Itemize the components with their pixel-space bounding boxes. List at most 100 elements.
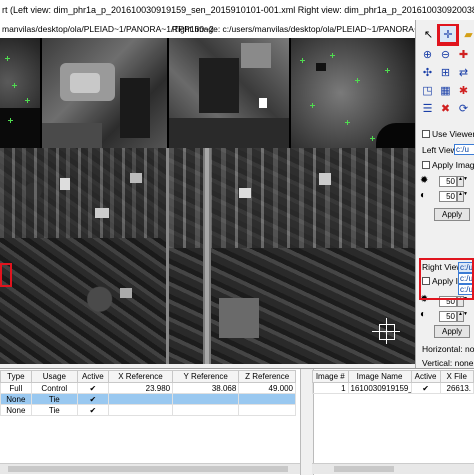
col-z-reference[interactable]: Z Reference: [238, 370, 296, 383]
scrollbar-thumb[interactable]: [334, 466, 394, 472]
highlight-right-view: [419, 258, 474, 300]
col-x-reference[interactable]: X Reference: [107, 370, 174, 383]
left-view-select[interactable]: c:/u: [454, 144, 474, 155]
view-splitter[interactable]: [166, 148, 169, 364]
col-active[interactable]: Active: [76, 370, 109, 383]
scrollbar-thumb[interactable]: [8, 466, 288, 472]
cell-image-name: 1610030919159_sen: [347, 382, 412, 394]
image-path-bar: manvilas/desktop/ola/PLEIAD~1/PANORA~1/T…: [0, 20, 415, 38]
table-row[interactable]: None Tie ✔: [0, 404, 296, 416]
contrast-icon: ◐: [420, 190, 427, 201]
contrast-input[interactable]: 50: [439, 191, 457, 202]
left-apply-button[interactable]: Apply: [434, 208, 470, 221]
use-viewer-label: Use Viewer A: [432, 129, 474, 139]
right-contrast-spinner[interactable]: ▲▼: [457, 311, 468, 322]
grid-icon[interactable]: ⊞: [437, 64, 454, 81]
gcp-marker[interactable]: [310, 103, 315, 108]
gcp-marker[interactable]: [345, 120, 350, 125]
cell-usage: Tie: [30, 393, 78, 405]
gcp-marker[interactable]: [300, 58, 305, 63]
vertical-readout: Vertical: none: [422, 358, 474, 368]
horizontal-readout: Horizontal: none: [422, 344, 474, 354]
report-icon[interactable]: ☰: [419, 100, 436, 117]
gcp-marker[interactable]: [25, 98, 30, 103]
col-usage[interactable]: Usage: [30, 370, 78, 383]
col-x-file[interactable]: X File: [439, 370, 474, 383]
col-y-reference[interactable]: Y Reference: [172, 370, 240, 383]
fit-icon[interactable]: ◳: [419, 82, 436, 99]
window-title-bar: rt (Left view: dim_phr1a_p_2016100309191…: [0, 0, 474, 21]
gcp-marker[interactable]: [370, 136, 375, 141]
cell-y: 38.068: [172, 382, 240, 394]
window-title: rt (Left view: dim_phr1a_p_2016100309191…: [2, 5, 474, 15]
main-views: [0, 148, 415, 364]
compute-icon[interactable]: ▦: [437, 82, 454, 99]
gcp-table: Type Usage Active X Reference Y Referenc…: [0, 370, 296, 416]
cell-usage: Tie: [30, 404, 78, 416]
brightness-input[interactable]: 50: [439, 176, 457, 187]
left-image-view[interactable]: [0, 148, 166, 364]
apply-image-label: Apply Image T: [432, 160, 474, 170]
brightness-icon: ✹: [420, 175, 429, 186]
gcp-marker[interactable]: [355, 78, 360, 83]
tool-panel: ↖ ✛ ▰ ⊕ ⊖ ✚ ✣ ⊞ ⇄ ◳ ▦ ✱ ☰ ✖ ⟳ Use Viewer…: [415, 20, 474, 374]
gcp-marker[interactable]: [12, 83, 17, 88]
gcp-marker[interactable]: [5, 56, 10, 61]
right-contrast-icon: ◐: [420, 309, 427, 320]
zoom-out-icon[interactable]: ⊖: [437, 46, 454, 63]
refresh-icon[interactable]: ⟳: [455, 100, 472, 117]
cell-image-active[interactable]: ✔: [410, 382, 441, 394]
cell-active[interactable]: ✔: [76, 393, 109, 405]
brightness-spinner[interactable]: ▲▼: [457, 176, 468, 187]
cell-x: 23.980: [107, 382, 174, 394]
gcp-marker[interactable]: [8, 118, 13, 123]
cell-active[interactable]: ✔: [76, 382, 109, 394]
gcp-marker[interactable]: [330, 53, 335, 58]
col-type[interactable]: Type: [0, 370, 32, 383]
gcp-marker[interactable]: [385, 68, 390, 73]
right-zoom-thumbnail[interactable]: [169, 38, 289, 148]
col-image-number[interactable]: Image #: [312, 370, 349, 383]
table-row[interactable]: None Tie ✔: [0, 393, 296, 405]
gcp-icon[interactable]: ✚: [455, 46, 472, 63]
table-row[interactable]: 1 1610030919159_sen ✔ 26613.: [312, 382, 474, 394]
cell-type: Full: [0, 382, 32, 394]
cell-usage: Control: [30, 382, 78, 394]
cell-y: [172, 404, 240, 416]
right-image-view[interactable]: [169, 148, 415, 364]
left-zoom-thumbnail[interactable]: [42, 38, 167, 148]
cell-z: [238, 404, 296, 416]
pan-icon[interactable]: ✣: [419, 64, 436, 81]
cell-z: 49.000: [238, 382, 296, 394]
cell-active[interactable]: ✔: [76, 404, 109, 416]
cell-type: None: [0, 404, 32, 416]
link-icon[interactable]: ⇄: [455, 64, 472, 81]
use-viewer-checkbox[interactable]: [422, 130, 430, 138]
highlight-add-point-tool: [437, 24, 459, 46]
bottom-panel: Type Usage Active X Reference Y Referenc…: [0, 368, 474, 475]
image-table-scrollbar[interactable]: [312, 463, 474, 474]
selected-point-marker[interactable]: [0, 263, 12, 287]
right-overview-thumbnail[interactable]: [291, 38, 415, 148]
cell-x: [107, 393, 174, 405]
delete-icon[interactable]: ✖: [437, 100, 454, 117]
table-row[interactable]: Full Control ✔ 23.980 38.068 49.000: [0, 382, 296, 394]
cell-z: [238, 393, 296, 405]
left-overview-thumbnail[interactable]: [0, 38, 40, 148]
zoom-in-icon[interactable]: ⊕: [419, 46, 436, 63]
col-image-active[interactable]: Active: [410, 370, 441, 383]
col-image-name[interactable]: Image Name: [347, 370, 412, 383]
cell-y: [172, 393, 240, 405]
pointer-tool-icon[interactable]: ↖: [420, 26, 437, 43]
cell-type: None: [0, 393, 32, 405]
right-contrast-input[interactable]: 50: [439, 311, 457, 322]
folder-icon[interactable]: ▰: [460, 26, 474, 43]
cell-x: [107, 404, 174, 416]
apply-image-checkbox[interactable]: [422, 161, 430, 169]
right-image-path: Right Image: c:/users/manvilas/desktop/o…: [172, 24, 415, 34]
settings-icon[interactable]: ✱: [455, 82, 472, 99]
contrast-spinner[interactable]: ▲▼: [457, 191, 468, 202]
overview-strip: [0, 38, 415, 148]
right-apply-button[interactable]: Apply: [434, 325, 470, 338]
gcp-table-scrollbar[interactable]: [0, 463, 300, 474]
